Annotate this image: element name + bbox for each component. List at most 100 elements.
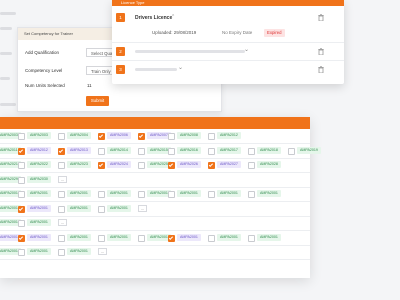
unit-checkbox[interactable] bbox=[168, 133, 175, 140]
unit-checkbox[interactable] bbox=[138, 133, 145, 140]
row-number-badge: 3 bbox=[116, 65, 125, 74]
unit-code-chip: AMPA2022 bbox=[27, 161, 51, 168]
unit-checkbox[interactable] bbox=[98, 205, 105, 213]
unit-code-chip: AMPA2001 bbox=[67, 233, 91, 241]
unit-checkbox[interactable] bbox=[138, 147, 145, 155]
more-button[interactable]: ... bbox=[58, 219, 67, 226]
row-number-badge: 1 bbox=[116, 13, 125, 22]
unit-checkbox[interactable] bbox=[138, 234, 145, 242]
row-number-badge: 2 bbox=[116, 47, 125, 56]
expiry-text: No Expiry Date bbox=[222, 30, 253, 35]
unit-code-chip: AMPA2027 bbox=[217, 161, 241, 168]
units-table-panel: AMPA2003 AMPA2003 AMPA2004 AMPA2006 AMPA2007… bbox=[0, 117, 321, 278]
unit-checkbox[interactable] bbox=[248, 234, 255, 242]
table-row: AMPA2001 AMPA2001... bbox=[0, 216, 310, 231]
unit-code-chip: AMPA2008 bbox=[177, 132, 201, 139]
unit-checkbox[interactable] bbox=[18, 147, 25, 155]
unit-checkbox[interactable] bbox=[98, 147, 105, 155]
chevron-down-icon[interactable]: ⌄ bbox=[244, 46, 249, 53]
unit-checkbox[interactable] bbox=[58, 249, 65, 256]
unit-code-chip: AMPA2024 bbox=[107, 161, 131, 168]
unit-checkbox[interactable] bbox=[58, 147, 65, 155]
unit-code-chip: AMPA2001 bbox=[257, 233, 281, 241]
uploaded-date: Uploaded: 29/08/2019 bbox=[152, 30, 197, 35]
add-qualification-label: Add Qualification bbox=[25, 50, 60, 55]
unit-checkbox[interactable] bbox=[168, 147, 175, 155]
competency-level-value: Train Only bbox=[91, 69, 111, 74]
unit-code-chip: AMPA2001 bbox=[27, 190, 51, 197]
unit-code-chip: AMPA2001 bbox=[27, 233, 51, 241]
unit-checkbox[interactable] bbox=[248, 147, 255, 155]
unit-code-chip: AMPA2012 bbox=[27, 146, 51, 154]
table-row: AMPA2001 AMPA2001 AMPA2001 AMPA2001... bbox=[0, 202, 310, 217]
unit-checkbox[interactable] bbox=[58, 191, 65, 198]
unit-checkbox[interactable] bbox=[18, 191, 25, 198]
unit-checkbox[interactable] bbox=[208, 162, 215, 169]
trash-icon[interactable] bbox=[318, 48, 324, 55]
unit-code-chip: AMPA2017 bbox=[217, 146, 241, 154]
chevron-down-icon[interactable]: ⌄ bbox=[178, 64, 183, 71]
placeholder-bar bbox=[135, 68, 177, 71]
licence-card-header: Licence Type bbox=[112, 0, 344, 6]
unit-checkbox[interactable] bbox=[168, 191, 175, 198]
unit-checkbox[interactable] bbox=[98, 133, 105, 140]
table-row: AMPA2003 AMPA2003 AMPA2004 AMPA2006 AMPA2007… bbox=[0, 129, 310, 144]
unit-checkbox[interactable] bbox=[138, 191, 145, 198]
more-button[interactable]: ... bbox=[58, 175, 67, 183]
unit-checkbox[interactable] bbox=[18, 249, 25, 256]
unit-checkbox[interactable] bbox=[58, 205, 65, 213]
unit-code-chip: AMPA2012 bbox=[217, 132, 241, 139]
num-units-label: Num Units Selected bbox=[25, 83, 65, 88]
num-units-value: 11 bbox=[87, 83, 92, 88]
table-row: AMPA2011 AMPA2012 AMPA2013 AMPA2014 AMPA2015… bbox=[0, 144, 321, 159]
more-button[interactable]: ... bbox=[98, 248, 107, 255]
unit-checkbox[interactable] bbox=[248, 191, 255, 198]
table-row: AMPA2021 AMPA2022 AMPA2023 AMPA2024 AMPA2025… bbox=[0, 158, 310, 173]
unit-checkbox[interactable] bbox=[18, 133, 25, 140]
unit-code-chip: AMPA2001 bbox=[177, 233, 201, 241]
placeholder-bar bbox=[135, 50, 245, 53]
more-button[interactable]: ... bbox=[138, 204, 147, 212]
unit-checkbox[interactable] bbox=[58, 133, 65, 140]
unit-checkbox[interactable] bbox=[18, 220, 25, 227]
unit-checkbox[interactable] bbox=[18, 234, 25, 242]
submit-button[interactable]: Submit bbox=[86, 96, 109, 106]
unit-code-chip: AMPA2001 bbox=[217, 233, 241, 241]
table-row: AMPA2001 AMPA2001 AMPA2001... bbox=[0, 245, 310, 260]
unit-code-chip: AMPA2023 bbox=[67, 161, 91, 168]
unit-code-chip: AMPA2001 bbox=[107, 204, 131, 212]
unit-checkbox[interactable] bbox=[208, 147, 215, 155]
competency-level-label: Competency Level bbox=[25, 68, 63, 73]
table-header bbox=[0, 117, 310, 129]
unit-checkbox[interactable] bbox=[98, 162, 105, 169]
trash-icon[interactable] bbox=[318, 66, 324, 73]
unit-code-chip: AMPA2013 bbox=[67, 146, 91, 154]
unit-checkbox[interactable] bbox=[18, 205, 25, 213]
unit-checkbox[interactable] bbox=[138, 162, 145, 169]
licence-card: Licence Type 1 Drivers Licence ⌃ Uploade… bbox=[112, 0, 344, 84]
table-row: AMPA2001 AMPA2001 AMPA2001 AMPA2001 AMPA2001… bbox=[0, 187, 310, 202]
form-title: Set Competency for Trainer bbox=[24, 31, 73, 36]
unit-checkbox[interactable] bbox=[288, 147, 295, 155]
unit-code-chip: AMPA2001 bbox=[177, 190, 201, 197]
unit-checkbox[interactable] bbox=[208, 234, 215, 242]
table-row: AMPA2001 AMPA2001 AMPA2001 AMPA2001 AMPA2001… bbox=[0, 231, 310, 246]
trash-icon[interactable] bbox=[318, 14, 324, 21]
unit-code-chip: AMPA2026 bbox=[177, 161, 201, 168]
unit-checkbox[interactable] bbox=[18, 162, 25, 169]
unit-checkbox[interactable] bbox=[208, 191, 215, 198]
unit-code-chip: AMPA2001 bbox=[67, 190, 91, 197]
unit-checkbox[interactable] bbox=[248, 162, 255, 169]
unit-checkbox[interactable] bbox=[208, 133, 215, 140]
unit-code-chip: AMPA2018 bbox=[257, 146, 281, 154]
unit-checkbox[interactable] bbox=[168, 162, 175, 169]
unit-checkbox[interactable] bbox=[98, 234, 105, 242]
chevron-up-icon[interactable]: ⌃ bbox=[171, 14, 175, 20]
unit-checkbox[interactable] bbox=[58, 162, 65, 169]
unit-checkbox[interactable] bbox=[168, 234, 175, 242]
unit-checkbox[interactable] bbox=[58, 234, 65, 242]
licence-name: Drivers Licence bbox=[135, 15, 173, 21]
unit-checkbox[interactable] bbox=[98, 191, 105, 198]
unit-checkbox[interactable] bbox=[18, 176, 25, 184]
unit-code-chip: AMPA2001 bbox=[67, 248, 91, 255]
